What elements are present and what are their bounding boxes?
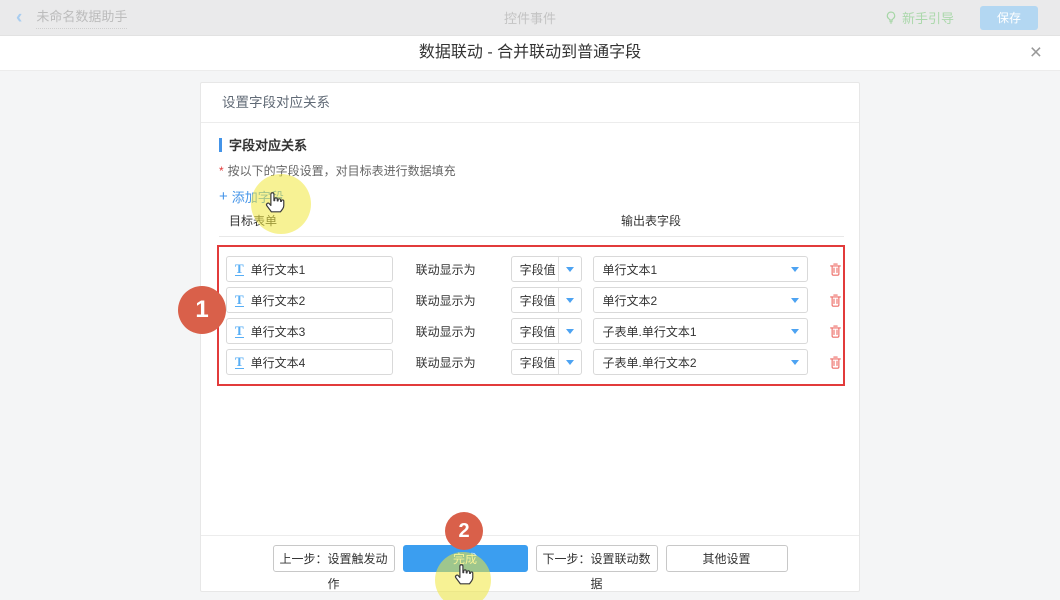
save-button[interactable]: 保存 <box>980 6 1038 30</box>
text-field-icon: T <box>235 262 244 276</box>
relation-label: 联动显示为 <box>416 323 476 340</box>
field-mapping-row: T 单行文本2 联动显示为 字段值 单行文本2 <box>226 287 843 313</box>
annotation-step-badge-1: 1 <box>178 286 226 334</box>
dialog-title: 数据联动 - 合并联动到普通字段 <box>0 36 1060 70</box>
section-marker <box>219 138 222 152</box>
caret-down-icon <box>783 329 807 334</box>
trash-icon <box>828 262 843 277</box>
text-field-icon: T <box>235 355 244 369</box>
mode-select-value: 字段值 <box>512 354 556 371</box>
prev-step-button[interactable]: 上一步：设置触发动作 <box>273 545 395 572</box>
field-mapping-row: T 单行文本1 联动显示为 字段值 单行文本1 <box>226 256 843 282</box>
target-field-value: 单行文本4 <box>251 354 306 371</box>
text-field-icon: T <box>235 324 244 338</box>
trash-icon <box>828 324 843 339</box>
panel-content: 字段对应关系 *按以下的字段设置，对目标表进行数据填充 + 添加字段 目标表单 … <box>201 135 859 386</box>
output-select-value: 单行文本1 <box>594 261 657 278</box>
output-field-select[interactable]: 单行文本1 <box>593 256 808 282</box>
output-select-value: 子表单.单行文本2 <box>594 354 696 371</box>
mode-select[interactable]: 字段值 <box>511 318 583 344</box>
section-hint-text: 按以下的字段设置，对目标表进行数据填充 <box>228 164 456 178</box>
caret-down-icon <box>558 350 581 374</box>
section-hint: * 按以下的字段设置，对目标表进行数据填充 <box>219 162 844 179</box>
delete-row-button[interactable] <box>828 293 843 308</box>
caret-down-icon <box>783 267 807 272</box>
dialog-body: 设置字段对应关系 字段对应关系 *按以下的字段设置，对目标表进行数据填充 + 添… <box>0 71 1060 600</box>
panel-header: 设置字段对应关系 <box>201 83 859 123</box>
caret-down-icon <box>558 288 581 312</box>
dialog-title-bar: 数据联动 - 合并联动到普通字段 × <box>0 36 1060 71</box>
relation-label: 联动显示为 <box>416 292 476 309</box>
field-mapping-row: T 单行文本4 联动显示为 字段值 子表单.单行文本2 <box>226 349 843 375</box>
mode-select-value: 字段值 <box>512 323 556 340</box>
text-field-icon: T <box>235 293 244 307</box>
annotation-step-badge-2: 2 <box>445 512 483 550</box>
column-header-output-field: 输出表字段 <box>621 212 681 229</box>
lightbulb-icon <box>884 10 898 25</box>
caret-down-icon <box>558 257 581 281</box>
mode-select[interactable]: 字段值 <box>511 256 583 282</box>
next-step-button[interactable]: 下一步：设置联动数据 <box>536 545 658 572</box>
relation-label: 联动显示为 <box>416 261 476 278</box>
output-field-select[interactable]: 子表单.单行文本2 <box>593 349 808 375</box>
beginner-guide-link[interactable]: 新手引导 <box>884 8 954 27</box>
caret-down-icon <box>783 360 807 365</box>
panel-footer: 上一步：设置触发动作 完成 下一步：设置联动数据 其他设置 <box>201 535 859 591</box>
target-field-input[interactable]: T 单行文本4 <box>226 349 393 375</box>
app-title[interactable]: 未命名数据助手 <box>36 6 127 29</box>
target-field-input[interactable]: T 单行文本1 <box>226 256 393 282</box>
back-icon[interactable]: ‹ <box>16 8 22 27</box>
mode-select-value: 字段值 <box>512 292 556 309</box>
column-headers: 目标表单 输出表字段 <box>219 212 844 237</box>
beginner-guide-label: 新手引导 <box>902 8 954 27</box>
section-title-text: 字段对应关系 <box>229 135 307 154</box>
target-field-input[interactable]: T 单行文本2 <box>226 287 393 313</box>
delete-row-button[interactable] <box>828 324 843 339</box>
top-bar-right: 新手引导 保存 <box>884 6 1038 30</box>
mode-select-value: 字段值 <box>512 261 556 278</box>
caret-down-icon <box>558 319 581 343</box>
annotation-red-frame: T 单行文本1 联动显示为 字段值 单行文本1 <box>217 245 845 386</box>
output-select-value: 单行文本2 <box>594 292 657 309</box>
other-settings-button[interactable]: 其他设置 <box>666 545 788 572</box>
trash-icon <box>828 355 843 370</box>
relation-label: 联动显示为 <box>416 354 476 371</box>
output-field-select[interactable]: 子表单.单行文本1 <box>593 318 808 344</box>
section-title: 字段对应关系 <box>219 135 844 154</box>
caret-down-icon <box>783 298 807 303</box>
mode-select[interactable]: 字段值 <box>511 349 583 375</box>
field-mapping-row: T 单行文本3 联动显示为 字段值 子表单.单行文本1 <box>226 318 843 344</box>
delete-row-button[interactable] <box>828 355 843 370</box>
delete-row-button[interactable] <box>828 262 843 277</box>
output-select-value: 子表单.单行文本1 <box>594 323 696 340</box>
target-field-value: 单行文本1 <box>251 261 306 278</box>
top-bar: ‹ 未命名数据助手 控件事件 新手引导 保存 <box>0 0 1060 36</box>
screen: ‹ 未命名数据助手 控件事件 新手引导 保存 数据联动 - 合并联动到普通字段 … <box>0 0 1060 600</box>
hand-cursor-icon <box>451 560 477 589</box>
target-field-value: 单行文本3 <box>251 323 306 340</box>
mode-select[interactable]: 字段值 <box>511 287 583 313</box>
target-field-input[interactable]: T 单行文本3 <box>226 318 393 344</box>
output-field-select[interactable]: 单行文本2 <box>593 287 808 313</box>
trash-icon <box>828 293 843 308</box>
target-field-value: 单行文本2 <box>251 292 306 309</box>
close-icon[interactable]: × <box>1030 36 1042 70</box>
top-bar-left: ‹ 未命名数据助手 <box>16 6 127 29</box>
hand-cursor-icon <box>262 188 288 217</box>
field-mapping-panel: 设置字段对应关系 字段对应关系 *按以下的字段设置，对目标表进行数据填充 + 添… <box>200 82 860 592</box>
required-asterisk: * <box>219 164 224 178</box>
plus-icon: + <box>219 189 228 204</box>
